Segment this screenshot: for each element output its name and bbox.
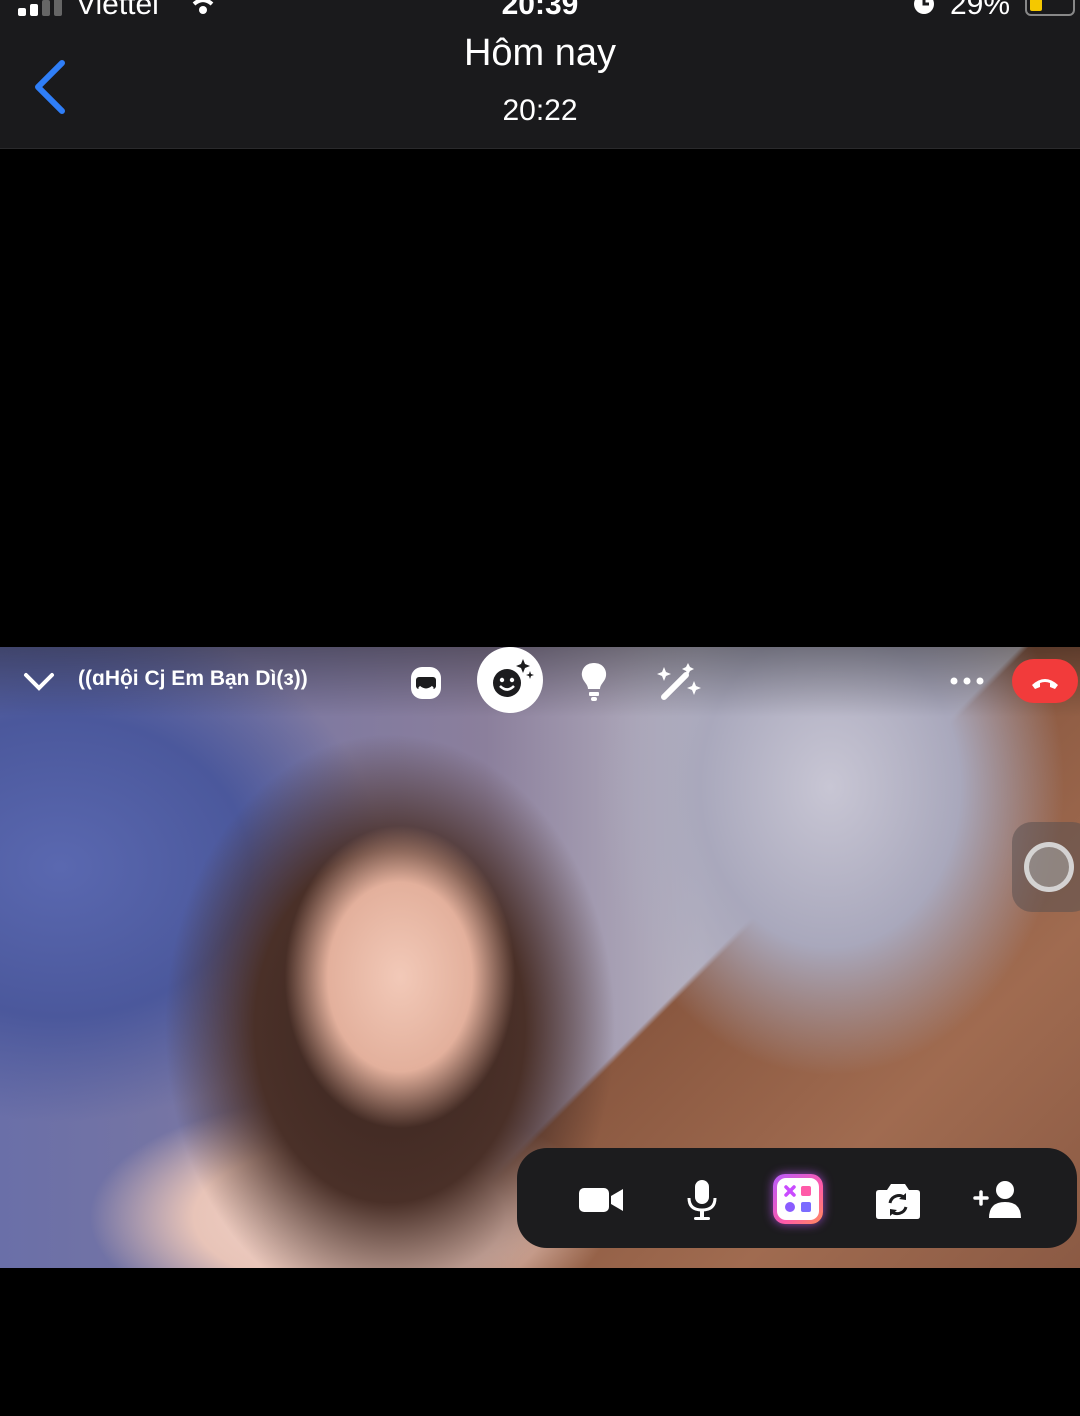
battery-icon: [1025, 0, 1075, 16]
apps-icon: [784, 1185, 811, 1212]
end-call-button[interactable]: [1012, 659, 1078, 703]
magic-wand-icon[interactable]: [656, 661, 702, 701]
effects-icon: [493, 659, 534, 697]
video-call-frame: ((ɑHội Cj Em Bạn Dì(ɜ)): [0, 647, 1080, 1268]
page-title: Hôm nay: [463, 32, 617, 74]
self-view-thumbnail[interactable]: [1012, 822, 1080, 912]
apps-button[interactable]: [773, 1174, 823, 1224]
avatar-icon[interactable]: [405, 663, 447, 703]
add-person-icon[interactable]: [973, 1178, 1025, 1222]
video-camera-icon[interactable]: [577, 1178, 627, 1222]
end-call-icon: [1032, 679, 1058, 689]
photo-viewer-header: Viettel 20:39 29% Hôm nay 20:22: [0, 0, 1080, 149]
battery-percentage: 29%: [950, 0, 1011, 21]
microphone-icon[interactable]: [677, 1178, 727, 1222]
more-icon[interactable]: [946, 669, 988, 693]
chevron-down-icon[interactable]: [20, 665, 58, 697]
flip-camera-icon[interactable]: [873, 1178, 923, 1222]
lightbulb-icon[interactable]: [578, 661, 610, 703]
alarm-icon: [914, 0, 934, 14]
call-group-name: ((ɑHội Cj Em Bạn Dì(ɜ)): [78, 667, 308, 690]
status-bar: Viettel 20:39 29%: [0, 0, 1080, 22]
page-subtitle-time: 20:22: [502, 94, 578, 127]
call-toolbar: [517, 1148, 1077, 1248]
effects-button[interactable]: [477, 647, 543, 713]
